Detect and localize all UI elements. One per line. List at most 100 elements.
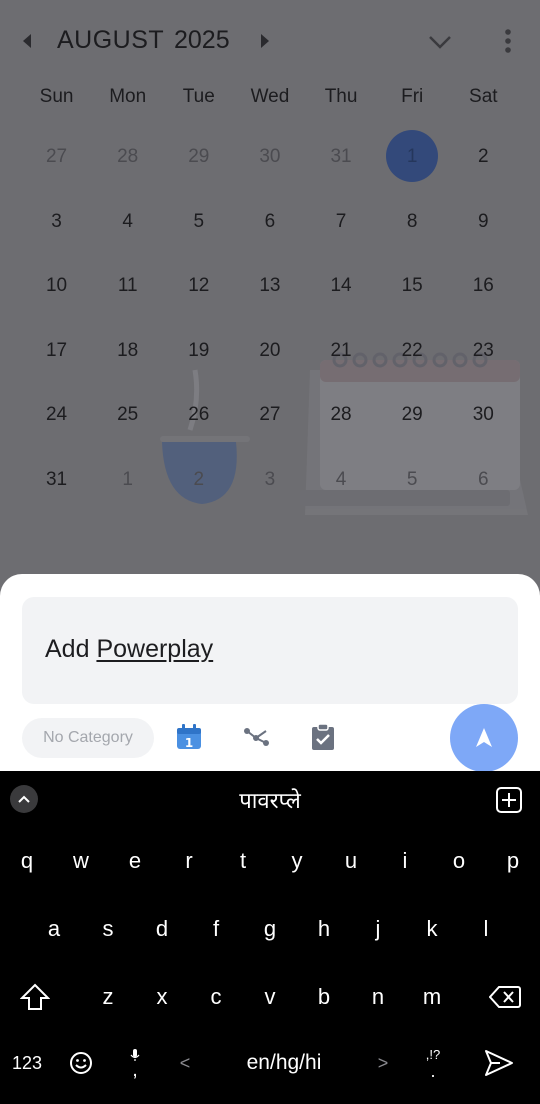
calendar-day[interactable]: 14 xyxy=(306,259,377,324)
calendar-day[interactable]: 6 xyxy=(448,453,519,518)
calendar-day[interactable]: 28 xyxy=(92,130,163,195)
backspace-key[interactable] xyxy=(478,967,532,1027)
calendar-day[interactable]: 5 xyxy=(163,195,234,260)
calendar-day[interactable]: 30 xyxy=(234,130,305,195)
clipboard-check-icon[interactable] xyxy=(308,722,338,752)
chevron-left-icon[interactable] xyxy=(20,32,34,50)
month-label[interactable]: AUGUST xyxy=(57,26,164,55)
cursor-left-key[interactable]: < xyxy=(158,1033,212,1093)
calendar-day[interactable]: 16 xyxy=(448,259,519,324)
add-box-icon[interactable] xyxy=(495,786,523,814)
space-key[interactable]: en/hg/hi xyxy=(212,1033,356,1093)
numbers-key[interactable]: 123 xyxy=(0,1033,54,1093)
calendar-day[interactable]: 28 xyxy=(306,388,377,453)
key-q[interactable]: q xyxy=(0,831,54,891)
key-a[interactable]: a xyxy=(27,899,81,959)
key-j[interactable]: j xyxy=(351,899,405,959)
key-v[interactable]: v xyxy=(243,967,297,1027)
calendar-day[interactable]: 15 xyxy=(377,259,448,324)
share-icon[interactable] xyxy=(241,722,271,752)
key-t[interactable]: t xyxy=(216,831,270,891)
key-w[interactable]: w xyxy=(54,831,108,891)
calendar-day[interactable]: 13 xyxy=(234,259,305,324)
calendar-day[interactable]: 20 xyxy=(234,324,305,389)
key-f[interactable]: f xyxy=(189,899,243,959)
chevron-right-icon[interactable] xyxy=(258,32,272,50)
calendar-day[interactable]: 31 xyxy=(21,453,92,518)
key-z[interactable]: z xyxy=(81,967,135,1027)
calendar-day[interactable]: 9 xyxy=(448,195,519,260)
calendar-day[interactable]: 29 xyxy=(163,130,234,195)
key-d[interactable]: d xyxy=(135,899,189,959)
calendar-day[interactable]: 11 xyxy=(92,259,163,324)
comma-mic-key[interactable]: , xyxy=(108,1033,162,1093)
calendar-day-today[interactable]: 1 xyxy=(377,130,448,195)
calendar-day[interactable]: 5 xyxy=(377,453,448,518)
chevron-down-icon[interactable] xyxy=(428,34,452,50)
key-row-3: zxcvbnm xyxy=(0,967,540,1033)
calendar-day[interactable]: 23 xyxy=(448,324,519,389)
suggestion-word[interactable]: पावरप्ले xyxy=(0,785,540,815)
calendar-day[interactable]: 18 xyxy=(92,324,163,389)
key-h[interactable]: h xyxy=(297,899,351,959)
calendar-day[interactable]: 29 xyxy=(377,388,448,453)
key-o[interactable]: o xyxy=(432,831,486,891)
key-e[interactable]: e xyxy=(108,831,162,891)
calendar-day[interactable]: 4 xyxy=(92,195,163,260)
key-g[interactable]: g xyxy=(243,899,297,959)
key-s[interactable]: s xyxy=(81,899,135,959)
calendar-day[interactable]: 19 xyxy=(163,324,234,389)
key-p[interactable]: p xyxy=(486,831,540,891)
key-i[interactable]: i xyxy=(378,831,432,891)
calendar-day[interactable]: 2 xyxy=(448,130,519,195)
day-number: 31 xyxy=(330,146,352,167)
shift-key[interactable] xyxy=(8,967,62,1027)
more-vertical-icon[interactable] xyxy=(500,28,516,54)
year-label[interactable]: 2025 xyxy=(174,26,230,55)
key-c[interactable]: c xyxy=(189,967,243,1027)
key-m[interactable]: m xyxy=(405,967,459,1027)
calendar-week: 3 4 5 6 7 8 9 xyxy=(21,195,519,260)
calendar-day[interactable]: 4 xyxy=(306,453,377,518)
task-input-text[interactable]: Add Powerplay xyxy=(45,635,213,664)
calendar-day[interactable]: 6 xyxy=(234,195,305,260)
send-key[interactable] xyxy=(472,1033,526,1093)
calendar-day[interactable]: 7 xyxy=(306,195,377,260)
calendar-day[interactable]: 22 xyxy=(377,324,448,389)
calendar-day[interactable]: 1 xyxy=(92,453,163,518)
calendar-day[interactable]: 31 xyxy=(306,130,377,195)
punctuation-key[interactable]: ,!? . xyxy=(406,1033,460,1093)
key-l[interactable]: l xyxy=(459,899,513,959)
calendar-day[interactable]: 26 xyxy=(163,388,234,453)
calendar-day[interactable]: 30 xyxy=(448,388,519,453)
calendar-day[interactable]: 17 xyxy=(21,324,92,389)
calendar-day[interactable]: 10 xyxy=(21,259,92,324)
calendar-icon[interactable]: 1 xyxy=(174,722,204,752)
key-u[interactable]: u xyxy=(324,831,378,891)
calendar-day[interactable]: 8 xyxy=(377,195,448,260)
key-x[interactable]: x xyxy=(135,967,189,1027)
calendar-day[interactable]: 25 xyxy=(92,388,163,453)
category-chip[interactable]: No Category xyxy=(22,718,154,758)
day-number: 10 xyxy=(45,275,68,297)
calendar-day[interactable]: 21 xyxy=(306,324,377,389)
task-input[interactable]: Add Powerplay xyxy=(22,597,518,704)
cursor-right-key[interactable]: > xyxy=(356,1033,410,1093)
calendar-day[interactable]: 27 xyxy=(21,130,92,195)
emoji-key[interactable] xyxy=(54,1033,108,1093)
calendar-week: 10 11 12 13 14 15 16 xyxy=(21,259,519,324)
calendar-day[interactable]: 24 xyxy=(21,388,92,453)
send-button[interactable] xyxy=(450,704,518,772)
calendar-day[interactable]: 12 xyxy=(163,259,234,324)
calendar-day[interactable]: 3 xyxy=(234,453,305,518)
key-n[interactable]: n xyxy=(351,967,405,1027)
day-number: 13 xyxy=(259,275,281,297)
day-number: 31 xyxy=(45,468,68,490)
calendar-day[interactable]: 27 xyxy=(234,388,305,453)
key-r[interactable]: r xyxy=(162,831,216,891)
key-k[interactable]: k xyxy=(405,899,459,959)
key-y[interactable]: y xyxy=(270,831,324,891)
calendar-day[interactable]: 2 xyxy=(163,453,234,518)
key-b[interactable]: b xyxy=(297,967,351,1027)
calendar-day[interactable]: 3 xyxy=(21,195,92,260)
